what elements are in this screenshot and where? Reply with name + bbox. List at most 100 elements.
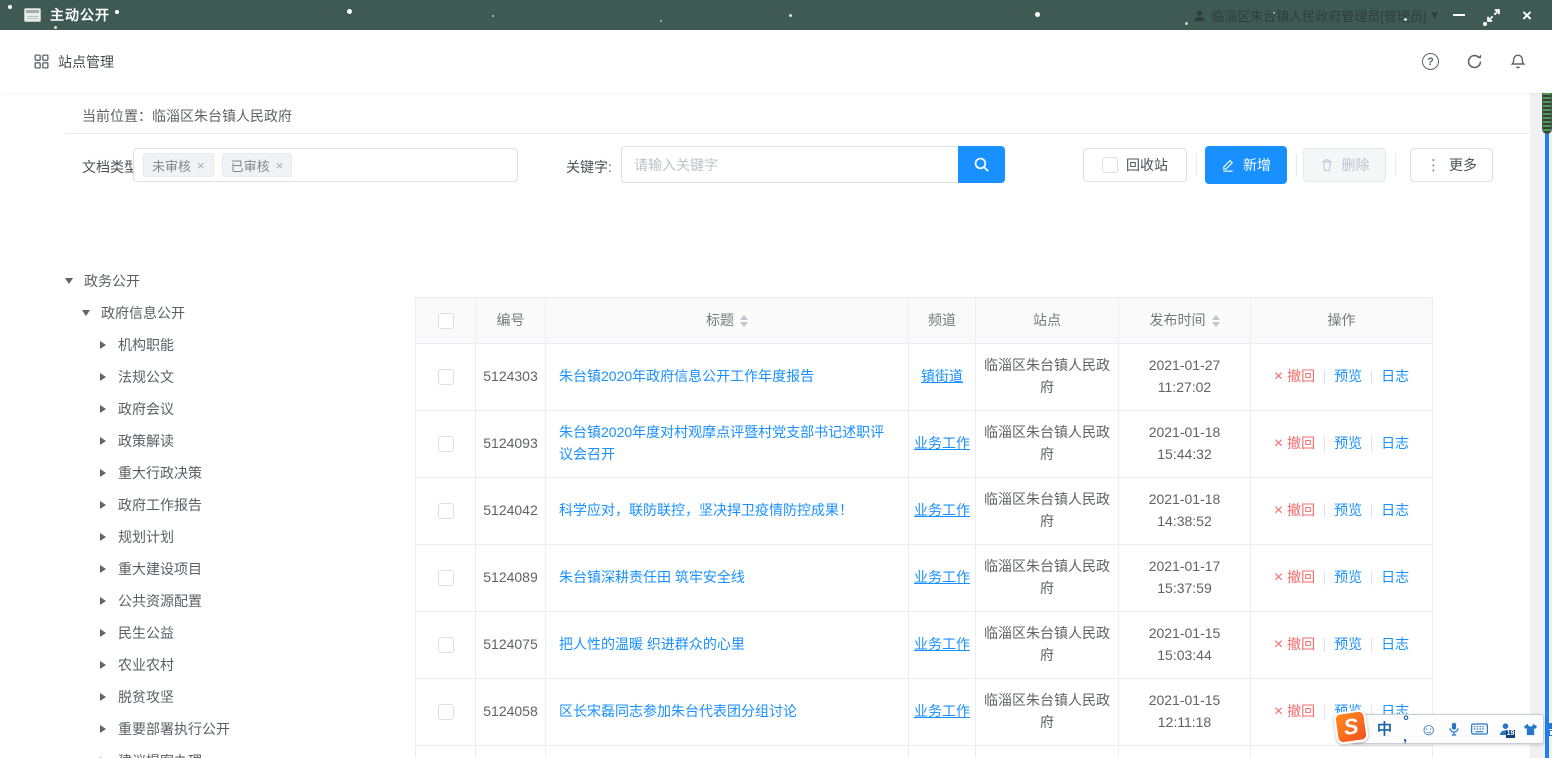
recycle-bin-checkbox[interactable]: [1102, 157, 1118, 173]
tree-caret-icon[interactable]: [100, 597, 106, 605]
log-button[interactable]: 日志: [1381, 567, 1409, 589]
select-all-checkbox[interactable]: [438, 313, 454, 329]
tree-item[interactable]: 政府工作报告: [66, 489, 396, 521]
tag-close-icon[interactable]: ×: [197, 159, 205, 172]
tree-item[interactable]: 重大行政决策: [66, 457, 396, 489]
tree-item-label[interactable]: 政务公开: [84, 271, 140, 291]
withdraw-button[interactable]: × 撤回: [1274, 701, 1315, 723]
tree-caret-icon[interactable]: [100, 341, 106, 349]
tree-item[interactable]: 脱贫攻坚: [66, 681, 396, 713]
tree-item-label[interactable]: 政府工作报告: [118, 495, 202, 515]
row-checkbox[interactable]: [438, 637, 454, 653]
keyword-input[interactable]: [621, 146, 959, 183]
tree-item-label[interactable]: 重大建设项目: [118, 559, 202, 579]
withdraw-button[interactable]: × 撤回: [1274, 634, 1315, 656]
tree-item-label[interactable]: 民生公益: [118, 623, 174, 643]
preview-button[interactable]: 预览: [1334, 634, 1362, 656]
tree-caret-icon[interactable]: [100, 501, 106, 509]
user-account[interactable]: 临淄区朱台镇人民政府管理员[管理员] ▾: [1193, 6, 1438, 25]
channel-link[interactable]: 镇街道: [921, 366, 963, 388]
tree-item-label[interactable]: 政府会议: [118, 399, 174, 419]
channel-link[interactable]: 业务工作: [914, 634, 970, 656]
tree-item-label[interactable]: 农业农村: [118, 655, 174, 675]
ime-language-mode[interactable]: 中: [1377, 722, 1392, 737]
tree-item[interactable]: 建议提案办理: [66, 745, 396, 758]
refresh-button[interactable]: [1466, 53, 1483, 70]
log-button[interactable]: 日志: [1381, 500, 1409, 522]
preview-button[interactable]: 预览: [1334, 500, 1362, 522]
tree-item[interactable]: 法规公文: [66, 361, 396, 393]
scrollbar-thumb[interactable]: [1542, 88, 1552, 134]
ime-microphone-icon[interactable]: [1448, 721, 1460, 737]
log-button[interactable]: 日志: [1381, 634, 1409, 656]
row-checkbox[interactable]: [438, 570, 454, 586]
tree-item[interactable]: 政务公开: [66, 265, 396, 297]
sort-icon[interactable]: [740, 315, 748, 327]
doc-title-link[interactable]: 科学应对，联防联控，坚决捍卫疫情防控成果！: [559, 500, 853, 522]
sogou-logo-icon[interactable]: S: [1333, 709, 1369, 745]
doc-title-link[interactable]: 区长宋磊同志参加朱台代表团分组讨论: [559, 701, 797, 723]
tree-item-label[interactable]: 政策解读: [118, 431, 174, 451]
tree-item-label[interactable]: 法规公文: [118, 367, 174, 387]
preview-button[interactable]: 预览: [1334, 366, 1362, 388]
tree-item[interactable]: 民生公益: [66, 617, 396, 649]
tree-item-label[interactable]: 建议提案办理: [118, 751, 202, 758]
ime-keyboard-icon[interactable]: [1471, 723, 1488, 735]
withdraw-button[interactable]: × 撤回: [1274, 500, 1315, 522]
row-checkbox[interactable]: [438, 436, 454, 452]
sort-icon[interactable]: [1212, 315, 1220, 327]
channel-link[interactable]: 业务工作: [914, 433, 970, 455]
tree-item[interactable]: 规划计划: [66, 521, 396, 553]
delete-button[interactable]: 删除: [1303, 148, 1386, 182]
log-button[interactable]: 日志: [1381, 366, 1409, 388]
log-button[interactable]: 日志: [1381, 433, 1409, 455]
minimize-button[interactable]: [1444, 2, 1474, 28]
preview-button[interactable]: 预览: [1334, 433, 1362, 455]
doc-title-link[interactable]: 朱台镇2020年政府信息公开工作年度报告: [559, 366, 814, 388]
doc-title-link[interactable]: 朱台镇2020年度对村观摩点评暨村党支部书记述职评议会召开: [559, 422, 895, 465]
row-checkbox[interactable]: [438, 503, 454, 519]
tree-item-label[interactable]: 规划计划: [118, 527, 174, 547]
tree-item[interactable]: 政府信息公开: [66, 297, 396, 329]
doc-title-link[interactable]: 朱台镇深耕责任田 筑牢安全线: [559, 567, 745, 589]
help-button[interactable]: ?: [1422, 53, 1439, 70]
withdraw-button[interactable]: × 撤回: [1274, 567, 1315, 589]
channel-link[interactable]: 业务工作: [914, 500, 970, 522]
tree-item-label[interactable]: 重要部署执行公开: [118, 719, 230, 739]
ime-account-icon[interactable]: 19: [1499, 722, 1512, 736]
ime-emoji-icon[interactable]: ☺: [1420, 721, 1437, 738]
row-checkbox[interactable]: [438, 704, 454, 720]
tree-caret-icon[interactable]: [100, 373, 106, 381]
add-button[interactable]: 新增: [1205, 146, 1287, 184]
column-header-title[interactable]: 标题: [546, 298, 909, 344]
column-header-publish-time[interactable]: 发布时间: [1119, 298, 1251, 344]
preview-button[interactable]: 预览: [1334, 567, 1362, 589]
withdraw-button[interactable]: × 撤回: [1274, 366, 1315, 388]
tree-caret-icon[interactable]: [100, 629, 106, 637]
tree-caret-icon[interactable]: [100, 661, 106, 669]
tree-item[interactable]: 政府会议: [66, 393, 396, 425]
tree-item-label[interactable]: 政府信息公开: [101, 303, 185, 323]
more-button[interactable]: ⋮ 更多: [1410, 148, 1493, 182]
recycle-bin-button[interactable]: 回收站: [1083, 148, 1187, 182]
row-checkbox[interactable]: [438, 369, 454, 385]
doc-title-link[interactable]: 把人性的温暖 织进群众的心里: [559, 634, 745, 656]
tree-item-label[interactable]: 机构职能: [118, 335, 174, 355]
ime-skin-icon[interactable]: [1523, 723, 1538, 736]
tree-item[interactable]: 重要部署执行公开: [66, 713, 396, 745]
channel-link[interactable]: 业务工作: [914, 567, 970, 589]
notifications-button[interactable]: [1510, 53, 1526, 70]
ime-punctuation-toggle[interactable]: °‚: [1403, 714, 1409, 744]
scrollbar-track[interactable]: [1545, 93, 1549, 758]
tree-caret-icon[interactable]: [100, 565, 106, 573]
tree-caret-icon[interactable]: [65, 278, 73, 284]
tree-item[interactable]: 重大建设项目: [66, 553, 396, 585]
tree-item[interactable]: 机构职能: [66, 329, 396, 361]
tree-caret-icon[interactable]: [100, 725, 106, 733]
nav-site-management[interactable]: 站点管理: [34, 52, 114, 72]
tree-item[interactable]: 政策解读: [66, 425, 396, 457]
tree-caret-icon[interactable]: [100, 405, 106, 413]
tree-item[interactable]: 农业农村: [66, 649, 396, 681]
tree-item-label[interactable]: 脱贫攻坚: [118, 687, 174, 707]
tree-caret-icon[interactable]: [100, 533, 106, 541]
